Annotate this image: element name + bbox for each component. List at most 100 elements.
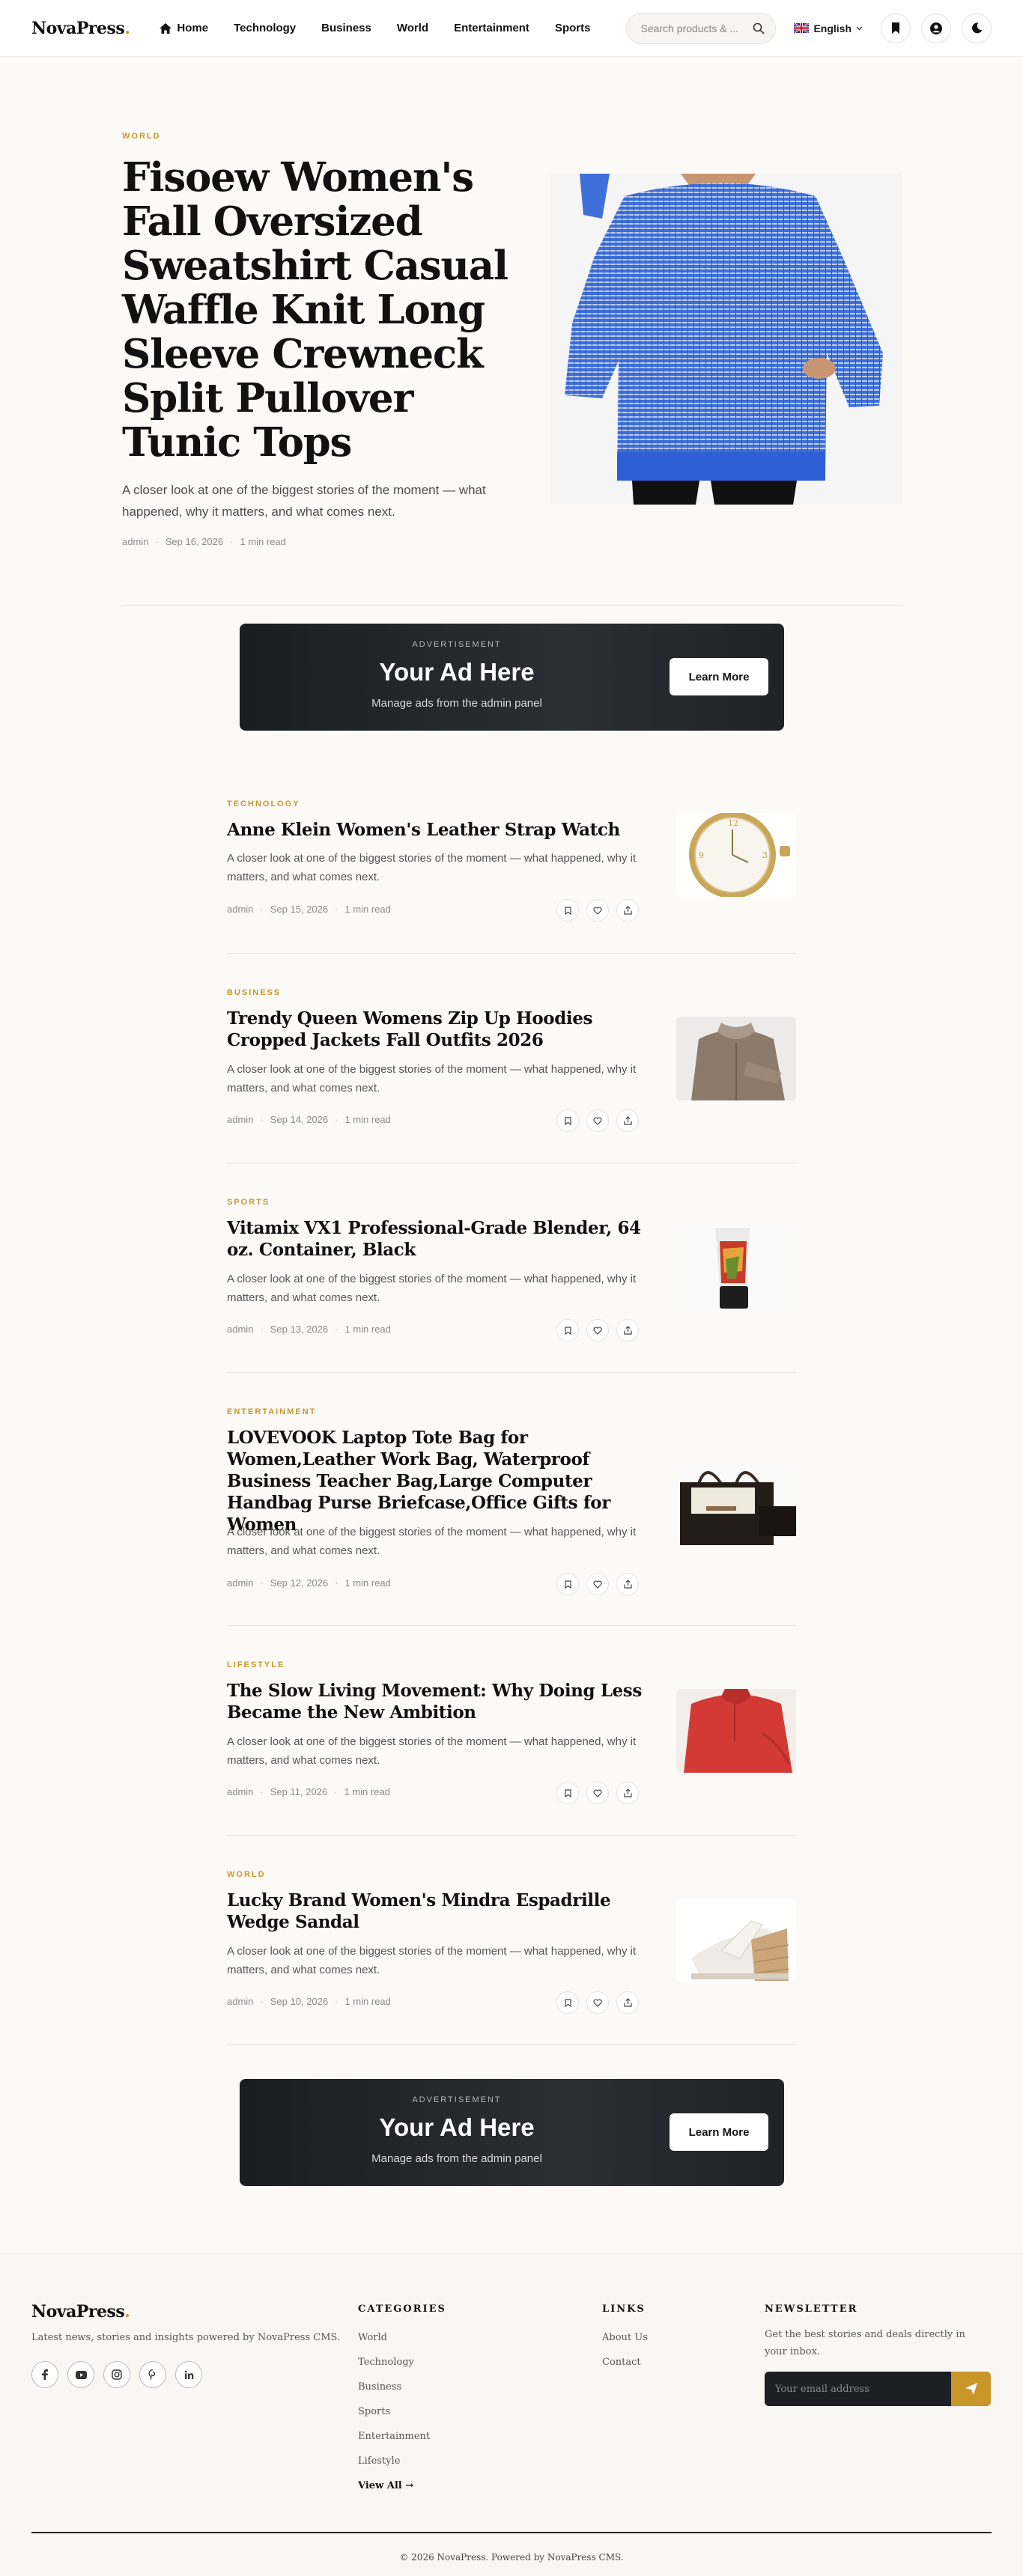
article-thumbnail[interactable] xyxy=(676,1226,796,1310)
nav-home[interactable]: Home xyxy=(160,22,208,34)
theme-toggle-button[interactable] xyxy=(962,13,992,43)
heart-icon xyxy=(593,1998,602,2007)
article-thumbnail[interactable] xyxy=(676,1461,796,1545)
newsletter-email-input[interactable] xyxy=(765,2372,951,2406)
bookmarks-button[interactable] xyxy=(881,13,911,43)
article-thumbnail[interactable] xyxy=(676,1898,796,1982)
article-read-time: 1 min read xyxy=(344,1577,391,1589)
bookmark-button[interactable] xyxy=(556,1991,579,2014)
language-selector[interactable]: English xyxy=(786,22,870,34)
footer-category-link[interactable]: Sports xyxy=(358,2406,430,2431)
footer-about-link[interactable]: About Us xyxy=(602,2332,648,2357)
bookmark-button[interactable] xyxy=(556,899,579,922)
article-author[interactable]: admin xyxy=(227,1114,253,1125)
footer-logo[interactable]: NovaPress. xyxy=(31,2302,130,2321)
share-button[interactable] xyxy=(616,1319,639,1342)
like-button[interactable] xyxy=(586,899,609,922)
article-title[interactable]: The Slow Living Movement: Why Doing Less… xyxy=(227,1680,646,1723)
article-read-time: 1 min read xyxy=(344,904,391,915)
youtube-link[interactable] xyxy=(67,2361,94,2388)
share-button[interactable] xyxy=(616,1573,639,1595)
article-author[interactable]: admin xyxy=(227,1577,253,1589)
moon-icon xyxy=(971,22,982,34)
article-author[interactable]: admin xyxy=(227,1996,253,2007)
hero-author[interactable]: admin xyxy=(122,536,148,547)
article-date: Sep 10, 2026 xyxy=(270,1996,329,2007)
ad-banner-top[interactable]: ADVERTISEMENT Your Ad Here Manage ads fr… xyxy=(240,624,784,731)
newsletter-submit-button[interactable] xyxy=(951,2372,991,2406)
article-thumbnail[interactable] xyxy=(676,1017,796,1100)
like-button[interactable] xyxy=(586,1991,609,2014)
footer-category-link[interactable]: Entertainment xyxy=(358,2431,430,2455)
nav-world[interactable]: World xyxy=(397,22,428,34)
search-icon[interactable] xyxy=(753,22,765,34)
pinterest-link[interactable] xyxy=(139,2361,166,2388)
ad-subtitle: Manage ads from the admin panel xyxy=(371,697,542,710)
ad-learn-more-button[interactable]: Learn More xyxy=(670,2113,768,2151)
like-button[interactable] xyxy=(586,1782,609,1804)
footer-category-link[interactable]: World xyxy=(358,2332,430,2357)
instagram-icon xyxy=(112,2369,122,2380)
like-button[interactable] xyxy=(586,1109,609,1132)
share-button[interactable] xyxy=(616,1109,639,1132)
linkedin-link[interactable] xyxy=(175,2361,202,2388)
article-author[interactable]: admin xyxy=(227,1324,253,1335)
ad-banner-bottom[interactable]: ADVERTISEMENT Your Ad Here Manage ads fr… xyxy=(240,2079,784,2186)
article-category[interactable]: SPORTS xyxy=(227,1198,270,1207)
article-category[interactable]: ENTERTAINMENT xyxy=(227,1407,316,1416)
article-category[interactable]: WORLD xyxy=(227,1870,266,1879)
nav-business[interactable]: Business xyxy=(321,22,371,34)
share-button[interactable] xyxy=(616,899,639,922)
article-read-time: 1 min read xyxy=(344,1114,391,1125)
header-actions: English xyxy=(626,12,992,44)
article-card: BUSINESS Trendy Queen Womens Zip Up Hood… xyxy=(227,988,796,1163)
article-title[interactable]: Trendy Queen Womens Zip Up Hoodies Cropp… xyxy=(227,1008,646,1051)
article-actions xyxy=(556,1573,639,1595)
hero-title[interactable]: Fisoew Women's Fall Oversized Sweatshirt… xyxy=(122,156,526,465)
ad-label: ADVERTISEMENT xyxy=(412,2095,502,2104)
site-logo[interactable]: NovaPress. xyxy=(31,19,130,38)
instagram-link[interactable] xyxy=(103,2361,130,2388)
hero-image[interactable] xyxy=(550,174,902,505)
article-title[interactable]: Lucky Brand Women's Mindra Espadrille We… xyxy=(227,1890,646,1933)
bookmark-button[interactable] xyxy=(556,1573,579,1595)
heart-icon xyxy=(593,1788,602,1797)
main-nav: Home Technology Business World Entertain… xyxy=(160,22,590,34)
article-title[interactable]: LOVEVOOK Laptop Tote Bag for Women,Leath… xyxy=(227,1427,646,1535)
hero-category[interactable]: WORLD xyxy=(122,132,161,141)
ad-learn-more-button[interactable]: Learn More xyxy=(670,658,768,695)
search-input[interactable] xyxy=(640,22,738,34)
footer-category-link[interactable]: Lifestyle xyxy=(358,2455,430,2480)
account-button[interactable] xyxy=(921,13,951,43)
article-author[interactable]: admin xyxy=(227,904,253,915)
like-button[interactable] xyxy=(586,1319,609,1342)
article-title[interactable]: Anne Klein Women's Leather Strap Watch xyxy=(227,819,646,841)
article-card: WORLD Lucky Brand Women's Mindra Espadri… xyxy=(227,1870,796,2045)
footer-category-link[interactable]: Technology xyxy=(358,2357,430,2381)
nav-entertainment[interactable]: Entertainment xyxy=(454,22,529,34)
uk-flag-icon xyxy=(794,23,810,33)
share-button[interactable] xyxy=(616,1782,639,1804)
footer-category-link[interactable]: Business xyxy=(358,2381,430,2406)
article-thumbnail[interactable] xyxy=(676,1689,796,1773)
bookmark-button[interactable] xyxy=(556,1782,579,1804)
article-thumbnail[interactable]: 12 3 9 xyxy=(676,813,796,897)
nav-sports[interactable]: Sports xyxy=(555,22,591,34)
facebook-link[interactable] xyxy=(31,2361,58,2388)
footer-view-all-link[interactable]: View All → xyxy=(358,2480,430,2505)
footer-contact-link[interactable]: Contact xyxy=(602,2357,648,2381)
article-author[interactable]: admin xyxy=(227,1786,253,1797)
article-excerpt: A closer look at one of the biggest stor… xyxy=(227,1063,637,1094)
article-category[interactable]: LIFESTYLE xyxy=(227,1660,285,1669)
share-button[interactable] xyxy=(616,1991,639,2014)
article-read-time: 1 min read xyxy=(344,1786,390,1797)
section-divider xyxy=(122,605,902,606)
like-button[interactable] xyxy=(586,1573,609,1595)
article-category[interactable]: BUSINESS xyxy=(227,988,281,997)
bookmark-button[interactable] xyxy=(556,1109,579,1132)
article-excerpt: A closer look at one of the biggest stor… xyxy=(227,1273,637,1304)
bookmark-button[interactable] xyxy=(556,1319,579,1342)
article-category[interactable]: TECHNOLOGY xyxy=(227,800,300,809)
article-title[interactable]: Vitamix VX1 Professional-Grade Blender, … xyxy=(227,1217,646,1261)
nav-technology[interactable]: Technology xyxy=(234,22,296,34)
